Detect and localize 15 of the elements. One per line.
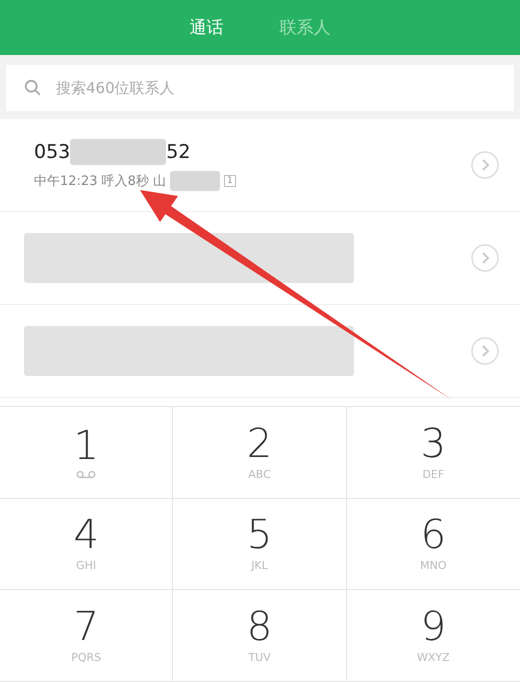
search-field[interactable]: 搜索460位联系人 xyxy=(6,65,514,111)
dial-key[interactable]: 1 xyxy=(0,407,174,499)
dial-key[interactable]: 8 TUV xyxy=(173,590,347,682)
dial-key[interactable]: 2 ABC xyxy=(173,407,347,499)
chevron-circle-icon[interactable] xyxy=(470,336,500,366)
dial-key[interactable]: 4 GHI xyxy=(0,498,174,590)
call-detail: 中午12:23 呼入8秒 山 xyxy=(34,173,166,190)
phone-number: 52 xyxy=(166,141,190,163)
chevron-circle-icon[interactable] xyxy=(470,243,500,273)
sim-badge: 1 xyxy=(224,175,236,187)
chevron-circle-icon[interactable] xyxy=(470,150,500,180)
redaction-blur xyxy=(170,171,220,191)
dial-key[interactable]: 5 JKL xyxy=(173,498,347,590)
phone-number: 053 xyxy=(34,141,70,163)
dial-key[interactable]: 7 PQRS xyxy=(0,590,174,682)
